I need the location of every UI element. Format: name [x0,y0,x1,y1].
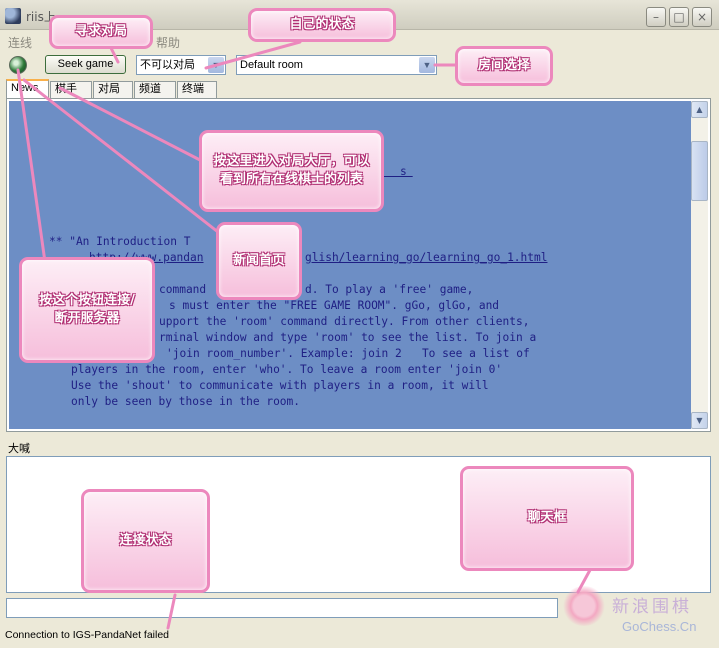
minimize-button[interactable]: – [646,7,666,27]
callout-players-tab: 按这里进入对局大厅，可以看到所有在线棋士的列表 [199,130,384,212]
news-line: rminal window and type 'room' to see the… [159,331,537,344]
news-line: ** "An Introduction T [49,235,191,248]
news-line: only be seen by those in the room. [71,395,301,408]
menu-help[interactable]: 帮助 [156,34,180,51]
chevron-down-icon[interactable]: ▼ [419,57,435,73]
toolbar: Seek game 不可以对局 ▼ Default room ▼ [0,52,719,80]
news-line: 'join room_number'. Example: join 2 To s… [166,347,530,360]
scroll-up-icon[interactable]: ▲ [691,101,708,118]
player-status-value: 不可以对局 [140,59,195,71]
news-line: upport the 'room' command directly. From… [159,315,530,328]
news-line: d. To play a 'free' game, [305,283,474,296]
room-value: Default room [240,59,303,71]
callout-own-status: 自己的状态 [248,8,396,42]
connect-globe-icon[interactable] [9,56,27,74]
news-line: command [159,283,207,296]
news-line: Use the 'shout' to communicate with play… [71,379,489,392]
callout-seek: 寻求对局 [49,15,153,49]
news-line: players in the room, enter 'who'. To lea… [71,363,503,376]
callout-connection-status: 连接状态 [81,489,210,593]
news-line: s must enter the "FREE GAME ROOM". gGo, … [169,299,500,312]
chevron-down-icon[interactable]: ▼ [208,57,224,73]
chat-input[interactable] [6,598,558,618]
menu-connect[interactable]: 连线 [8,34,32,51]
tab-news[interactable]: News [6,79,49,98]
room-select[interactable]: Default room ▼ [236,55,437,75]
maximize-button[interactable]: □ [669,7,689,27]
player-status-select[interactable]: 不可以对局 ▼ [136,55,226,75]
tab-games[interactable]: 对局 [93,81,133,98]
scroll-thumb[interactable] [691,141,708,201]
scroll-down-icon[interactable]: ▼ [691,412,708,429]
shout-label: 大喊 [8,442,30,455]
news-link[interactable]: glish/learning_go/learning_go_1.html [305,251,547,264]
callout-room-select: 房间选择 [455,46,553,86]
watermark-flower-icon [562,586,606,626]
news-scrollbar[interactable]: ▲ ▼ [691,101,708,429]
tab-terminal[interactable]: 终端 [177,81,217,98]
close-button[interactable]: × [692,7,712,27]
watermark-url: GoChess.Cn [622,619,697,634]
callout-chat-box: 聊天框 [460,466,634,571]
seek-game-button[interactable]: Seek game [45,55,126,74]
callout-connect-button: 按这个按钮连接/断开服务器 [19,257,155,363]
app-icon [5,8,21,24]
tab-channels[interactable]: 频道 [134,81,176,98]
watermark-title: 新浪围棋 [612,597,692,617]
tab-players[interactable]: 棋手 [50,81,92,98]
callout-news-home: 新闻首页 [216,222,302,300]
status-text: Connection to IGS-PandaNet failed [5,629,170,641]
